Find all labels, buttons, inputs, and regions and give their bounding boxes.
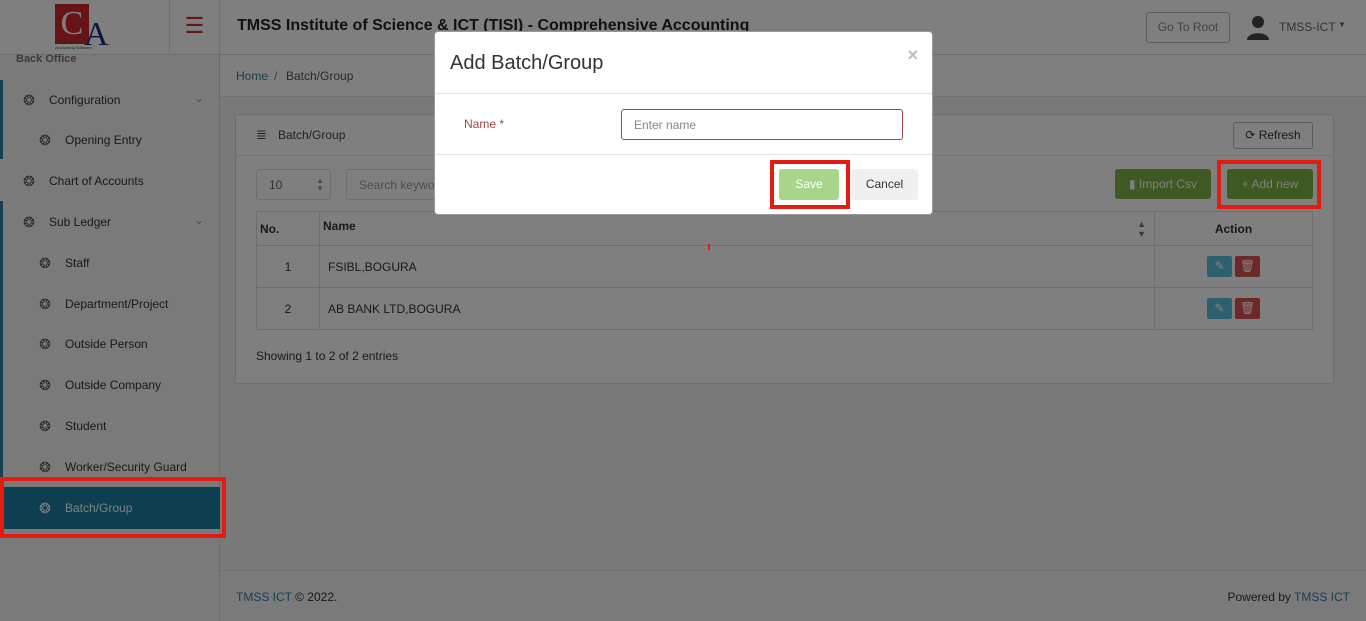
highlight-add-new [1217,160,1321,209]
divider [435,93,932,94]
cursor-marker [708,244,710,250]
name-field[interactable] [621,109,903,140]
modal-title: Add Batch/Group [450,52,604,74]
highlight-save [770,160,850,209]
add-batch-group-modal: Add Batch/Group × Name * Save Cancel [434,31,933,215]
divider [435,154,932,155]
highlight-batch-group [0,477,226,538]
cancel-button[interactable]: Cancel [851,169,918,200]
name-field-label: Name * [464,117,505,131]
close-icon[interactable]: × [907,45,918,66]
